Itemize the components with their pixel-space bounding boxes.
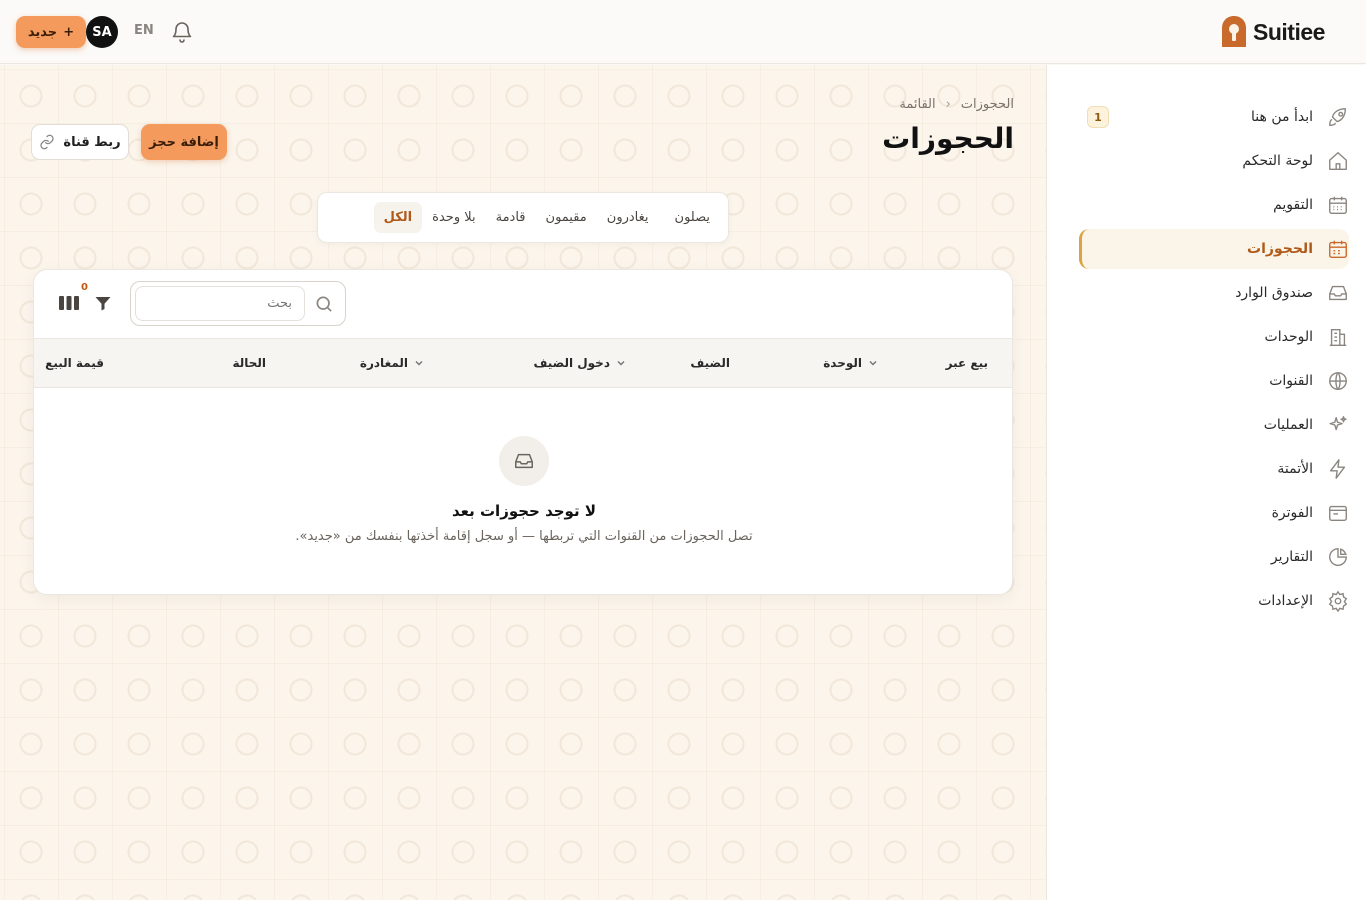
sidebar-item-channels[interactable]: القنوات [1079,361,1349,401]
sidebar-item-billing[interactable]: الفوترة [1079,493,1349,533]
chevron-down-icon [617,360,625,366]
count-badge: 1 [1087,106,1109,128]
booking-tabs: يصلون يغادرون مقيمون قادمة بلا وحدة الكل [317,192,729,243]
col-check-out[interactable]: المغادرة [360,356,424,370]
empty-state-title: لا توجد حجوزات بعد [452,502,596,520]
top-bar: + جديد SA EN Suitiee [0,0,1366,64]
sidebar-item-label: الفوترة [1271,505,1313,521]
sidebar-item-units[interactable]: الوحدات [1079,317,1349,357]
sidebar-item-settings[interactable]: الإعدادات [1079,581,1349,621]
filter-icon[interactable] [94,294,112,312]
breadcrumb: الحجوزات ‹ القائمة [899,97,1014,112]
search-input[interactable] [135,286,305,321]
link-channel-label: ربط قناة [63,134,121,150]
breadcrumb-current: القائمة [899,97,936,112]
tab-staying[interactable]: مقيمون [536,202,597,233]
sidebar-item-bookings[interactable]: الحجوزات [1079,229,1349,269]
sidebar-item-label: ابدأ من هنا [1251,109,1313,125]
inbox-icon [1329,285,1347,301]
wallet-icon [1329,505,1347,522]
search-icon[interactable] [314,294,334,314]
sidebar-item-label: لوحة التحكم [1242,153,1313,169]
col-sold-via[interactable]: بيع عبر [946,356,988,370]
breadcrumb-root[interactable]: الحجوزات [961,97,1014,112]
sidebar-item-label: الأتمتة [1277,461,1313,477]
sidebar-item-label: صندوق الوارد [1235,285,1313,301]
lightning-icon [1329,459,1346,479]
home-icon [1329,152,1347,170]
col-status[interactable]: الحالة [232,356,266,370]
keyhole-logo-icon [1222,16,1246,47]
building-icon [1329,328,1347,346]
sidebar-item-automation[interactable]: الأتمتة [1079,449,1349,489]
bookings-table-card: 0 بيع عبر الوحدة الضيف دخول الضيف المغاد… [33,269,1013,595]
sidebar-item-label: الوحدات [1264,329,1313,345]
pie-chart-icon [1329,548,1347,566]
page-title: الحجوزات [882,122,1014,155]
link-channel-button[interactable]: ربط قناة [31,124,129,160]
col-sale-value[interactable]: قيمة البيع [45,356,104,370]
tab-arriving[interactable]: يصلون [665,202,720,233]
sidebar-item-dashboard[interactable]: لوحة التحكم [1079,141,1349,181]
tab-all[interactable]: الكل [373,202,423,233]
tab-departing[interactable]: يغادرون [597,202,659,233]
sidebar-item-label: الحجوزات [1247,241,1313,257]
inbox-icon [499,436,549,486]
search-box [130,281,346,326]
sidebar-item-label: التقارير [1270,549,1313,565]
link-icon [40,134,55,150]
gear-icon [1328,590,1348,612]
col-guest[interactable]: الضيف [690,356,730,370]
sidebar-item-label: الإعدادات [1258,593,1313,609]
tab-upcoming[interactable]: قادمة [486,202,536,233]
sidebar-item-label: القنوات [1269,373,1313,389]
chevron-down-icon [869,360,877,366]
brand-name: Suitiee [1253,18,1325,45]
sidebar-item-label: العمليات [1263,417,1313,433]
avatar[interactable]: SA [86,16,118,48]
calendar-icon [1329,196,1347,214]
rocket-icon [1329,108,1347,126]
filter-count: 0 [81,282,88,293]
sidebar-item-reports[interactable]: التقارير [1079,537,1349,577]
bell-icon[interactable] [170,20,194,44]
sidebar-item-label: التقويم [1273,197,1313,213]
calendar-bookings-icon [1329,240,1347,258]
sidebar-item-inbox[interactable]: صندوق الوارد [1079,273,1349,313]
sidebar-item-get-started[interactable]: 1 ابدأ من هنا [1079,97,1349,137]
col-unit[interactable]: الوحدة [823,356,878,370]
globe-icon [1329,372,1347,390]
columns-icon[interactable] [59,295,79,311]
col-check-in[interactable]: دخول الضيف [533,356,626,370]
sidebar: 1 ابدأ من هنا لوحة التحكم التقويم الحجوز… [1046,65,1366,900]
add-booking-button[interactable]: إضافة حجز [141,124,227,160]
sidebar-item-calendar[interactable]: التقويم [1079,185,1349,225]
language-toggle[interactable]: EN [134,23,154,38]
sidebar-item-operations[interactable]: العمليات [1079,405,1349,445]
table-header: بيع عبر الوحدة الضيف دخول الضيف المغادرة… [34,338,1012,388]
chevron-down-icon [415,360,423,366]
brand-logo[interactable]: Suitiee [1221,14,1325,50]
chevron-left-icon: ‹ [945,97,951,112]
tab-unassigned[interactable]: بلا وحدة [422,202,485,233]
sparkles-icon [1329,416,1347,431]
plus-icon: + [63,24,75,40]
new-button[interactable]: + جديد [16,16,86,48]
empty-state-description: تصل الحجوزات من القنوات التي تربطها — أو… [295,529,753,544]
new-button-label: جديد [27,24,58,40]
